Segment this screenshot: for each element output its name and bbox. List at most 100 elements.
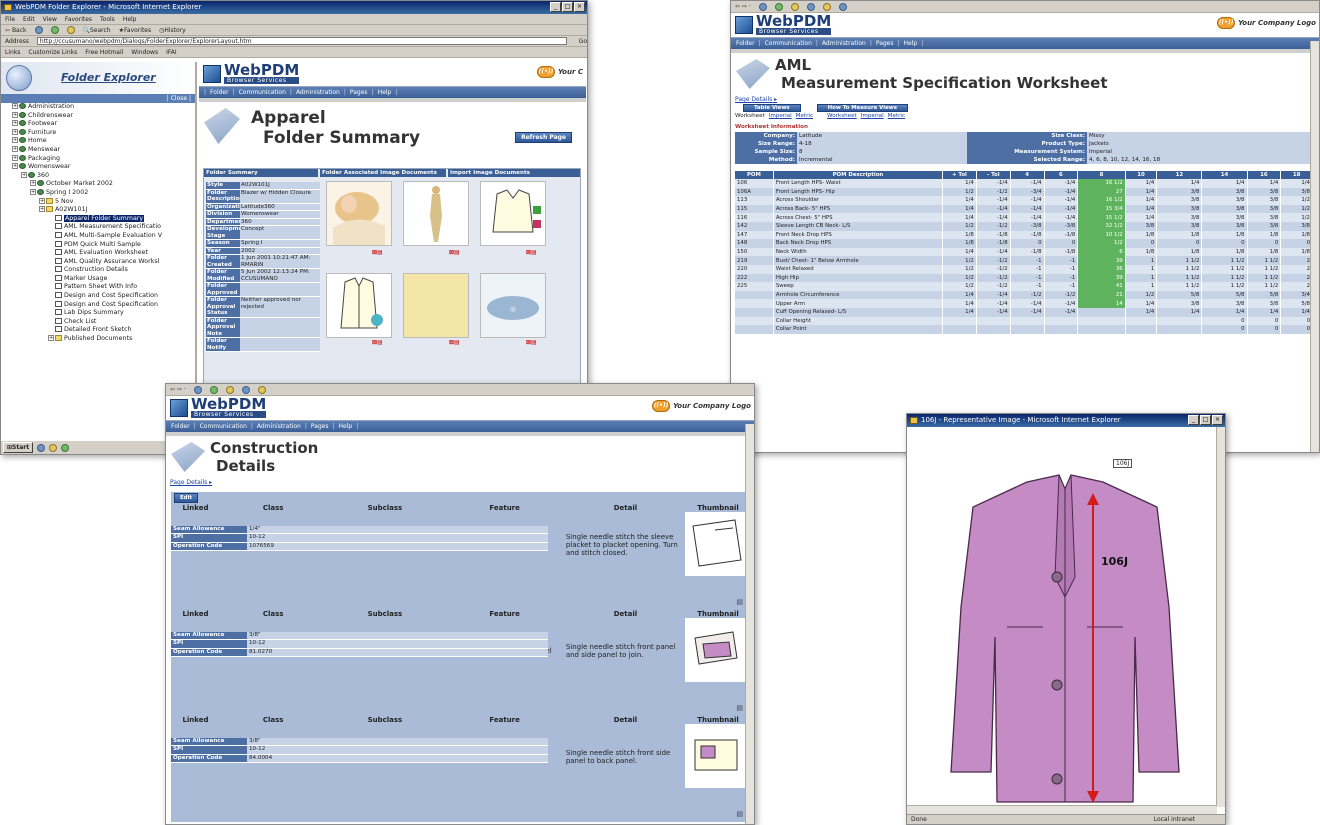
quicklaunch-ie-icon[interactable] [37, 443, 46, 452]
maximize-icon[interactable]: □ [562, 2, 573, 12]
aml-refresh-icon[interactable] [774, 2, 783, 11]
search-button[interactable]: 🔍Search [83, 25, 111, 36]
cd-nav-folder[interactable]: Folder [171, 421, 190, 432]
base-size-value[interactable] [1077, 316, 1126, 326]
nav-folder[interactable]: Folder [210, 87, 229, 98]
aml-search-icon[interactable] [806, 2, 815, 11]
measurement-row[interactable]: Armhole Circumference 1/4 -1/4 -1/2 -1/2 21 1/… [735, 290, 1313, 300]
measure-worksheet[interactable]: Worksheet [827, 113, 857, 119]
cd-nav-help[interactable]: Help [339, 421, 353, 432]
base-size-value[interactable]: 14 [1077, 299, 1126, 308]
expand-toggle-icon[interactable]: + [12, 120, 18, 127]
column-header[interactable]: POM [735, 171, 774, 179]
column-header[interactable]: 12 [1156, 171, 1203, 179]
base-size-value[interactable]: 27 [1077, 187, 1126, 197]
measurement-row[interactable]: Cuff Opening Relaxed- L/S 1/4 -1/4 -1/4 -1/4… [735, 307, 1313, 317]
base-size-value[interactable] [1077, 307, 1126, 317]
view-imperial[interactable]: Imperial [769, 113, 792, 119]
tree-node[interactable]: Construction Details [3, 266, 195, 275]
base-size-value[interactable]: 6 [1077, 247, 1126, 257]
aml-nav-administration[interactable]: Administration [822, 38, 866, 49]
link-ifai[interactable]: IFAI [166, 47, 177, 58]
stop-icon[interactable] [34, 26, 43, 34]
expand-toggle-icon[interactable]: + [39, 197, 45, 204]
explorer-titlebar[interactable]: WebPDM Folder Explorer - Microsoft Inter… [1, 1, 587, 14]
menu-edit[interactable]: Edit [23, 14, 35, 25]
menu-view[interactable]: View [43, 14, 57, 25]
image-thumb-fabric[interactable] [403, 273, 469, 338]
expand-toggle-icon[interactable]: + [21, 171, 27, 178]
tree-node[interactable]: AML Measurement Specificatio [3, 223, 195, 232]
popup-maximize-icon[interactable]: □ [1200, 415, 1211, 425]
tree-node[interactable]: Check List [3, 317, 195, 327]
view-worksheet-active[interactable]: Worksheet [735, 113, 765, 119]
measurement-row[interactable]: 150 Neck Width 1/4 -1/4 -1/8 -1/8 6 1/8 1/8 1/8 1/… [735, 247, 1313, 257]
measurement-row[interactable]: 142 Sleeve Length CB Neck- L/S 1/2 -1/2 -3/8… [735, 221, 1313, 231]
popup-close-icon[interactable]: × [1212, 415, 1223, 425]
base-size-value[interactable]: 16 1/2 [1077, 196, 1126, 205]
nav-communication[interactable]: Communication [239, 87, 286, 98]
measure-imperial[interactable]: Imperial [861, 113, 884, 119]
measurement-row[interactable]: 220 Waist Relaxed 1/2 -1/2 -1 -1 36 1 1 1/2 1 1/2… [735, 264, 1313, 274]
minimize-icon[interactable]: _ [550, 2, 561, 12]
cd-back-icon[interactable]: ⇦ ⇨ · [170, 384, 186, 395]
tree-node[interactable]: + Menswear [3, 145, 195, 155]
folder-explorer-title[interactable]: Folder Explorer [61, 71, 156, 84]
address-input[interactable]: http://ccusumano/webpdm/Dialogs/FolderEx… [36, 37, 567, 45]
column-header[interactable]: 16 [1247, 171, 1282, 179]
expand-toggle-icon[interactable]: + [12, 128, 18, 135]
expand-toggle-icon[interactable]: + [12, 111, 18, 118]
measure-metric[interactable]: Metric [888, 113, 905, 119]
tree-node[interactable]: +360 [3, 171, 195, 181]
favorites-button[interactable]: ★Favorites [119, 25, 152, 36]
tree-node[interactable]: +5 Nov [3, 197, 195, 207]
tree-node[interactable]: + Footwear [3, 120, 195, 129]
tree-node[interactable]: Design and Cost Specification [3, 292, 195, 301]
cd-nav-pages[interactable]: Pages [311, 421, 329, 432]
measurement-row[interactable]: 106A Front Length HPS- Hip 1/2 -1/2 -3/4 -1/4… [735, 187, 1313, 197]
tree-node[interactable]: Design and Cost Specification [3, 300, 195, 310]
thumb-action-icons-6[interactable]: ⊠▤ [526, 339, 537, 346]
back-button[interactable]: ⇦ Back [5, 25, 27, 36]
tree-node[interactable]: AML Multi-Sample Evaluation V [3, 231, 195, 241]
cd-page-details-link[interactable]: Page Details ▸ [166, 478, 754, 487]
column-header[interactable]: 14 [1201, 171, 1248, 179]
expand-toggle-icon[interactable]: + [12, 145, 18, 152]
aml-page-details-link[interactable]: Page Details ▸ [731, 95, 1319, 104]
measurement-row[interactable]: Collar Point 0 0 0 [735, 325, 1313, 334]
column-header[interactable]: 6 [1044, 171, 1079, 179]
tree-node[interactable]: Pattern Sheet With Info [3, 283, 195, 292]
image-thumb-logo[interactable]: ◎ [480, 273, 546, 338]
column-header[interactable]: 4 [1010, 171, 1045, 179]
aml-back-icon[interactable]: ⇦ ⇨ · [735, 1, 751, 12]
close-icon[interactable]: × [574, 2, 585, 12]
base-size-value[interactable]: 10 1/2 [1077, 230, 1126, 240]
link-customize[interactable]: Customize Links [28, 47, 77, 58]
base-size-value[interactable]: 21 [1077, 290, 1126, 300]
tree-node[interactable]: PDM Quick Multi Sample [3, 240, 195, 250]
aml-scrollbar[interactable] [1310, 41, 1319, 452]
nav-help[interactable]: Help [378, 87, 392, 98]
aml-print-icon[interactable] [838, 2, 847, 11]
column-header[interactable]: 8 [1077, 171, 1126, 179]
base-size-value[interactable]: 32 1/2 [1077, 221, 1126, 231]
thumb-action-icons-2[interactable]: ⊠▤ [449, 249, 460, 256]
tree-node[interactable]: + Childrenswear [3, 111, 195, 121]
cd-nav-communication[interactable]: Communication [200, 421, 247, 432]
tree-node[interactable]: Lab Dips Summary [3, 309, 195, 318]
base-size-value[interactable]: 36 [1077, 264, 1126, 274]
aml-nav-help[interactable]: Help [904, 38, 918, 49]
aml-nav-folder[interactable]: Folder [736, 38, 755, 49]
cd-refresh-icon[interactable] [209, 385, 218, 394]
base-size-value[interactable]: 39 [1077, 256, 1126, 265]
tree-node[interactable]: AML Evaluation Worksheet [3, 249, 195, 258]
nav-administration[interactable]: Administration [296, 87, 340, 98]
popup-hscroll[interactable] [907, 805, 1217, 814]
measurement-row[interactable]: 219 Bust/ Chest- 1" Below Armhole 1/2 -1/2-… [735, 256, 1313, 265]
zoom-thumbnail-icon[interactable]: ▤ [736, 810, 743, 818]
image-thumb-jacket-flat[interactable] [326, 273, 392, 338]
go-button[interactable]: Go [579, 36, 587, 47]
thumb-action-icons-4[interactable]: ⊠▤ [372, 339, 383, 346]
expand-toggle-icon[interactable]: + [12, 154, 18, 161]
base-size-value[interactable]: 15 3/4 [1077, 204, 1126, 214]
